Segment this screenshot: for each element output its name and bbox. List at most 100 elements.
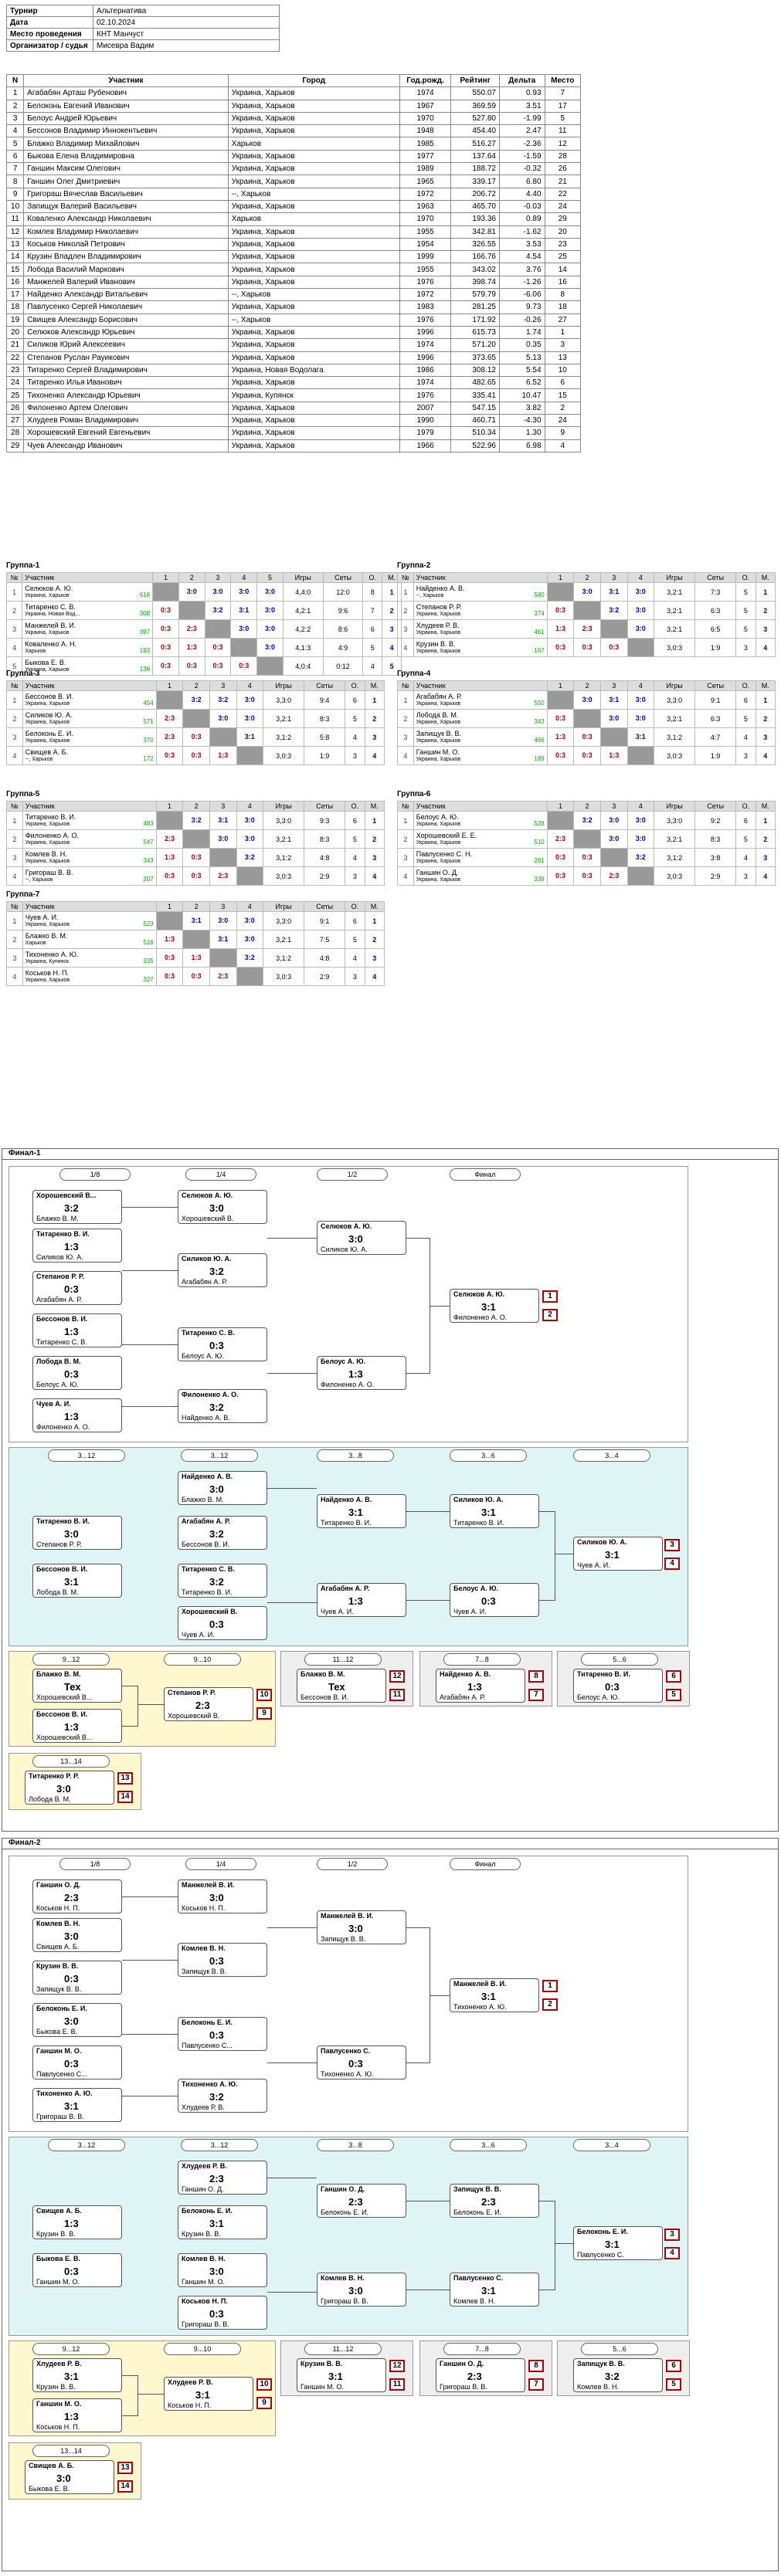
table-cell: 1974 [399, 376, 452, 390]
player-cell: Павлусенко С. Н. Украина, Харьков 281 [413, 848, 548, 867]
stat-cell: 4,1:3 [282, 638, 324, 657]
connector [539, 1511, 555, 1512]
loser-name: Белоконь Е. И. [321, 2208, 369, 2216]
place-badge: 3 [664, 2229, 680, 2241]
self-cell [209, 727, 237, 747]
consolation-bracket: 3...12 3...12 3...8 3...6 3...4 Титаренко В. … [8, 1447, 688, 1646]
winner-name: Манжелей В. И. [453, 1980, 507, 1988]
quarter-final-match: Белоконь Е. И. 0:3 Павлусенко С... [178, 2017, 267, 2051]
table-cell: 13 [5, 237, 25, 252]
match-score: 3:2 [209, 1576, 224, 1588]
stat-cell: 2:9 [694, 866, 737, 886]
place-badge: 13 [117, 1772, 133, 1785]
match-score: 3:0 [348, 1923, 363, 1934]
round-1-match: Титаренко В. И. 1:3 Силиков Ю. А. [32, 1229, 122, 1263]
column-header: М. [755, 680, 776, 691]
winner-name: Найденко А. В. [321, 1496, 372, 1503]
score-cell: 3:0 [573, 582, 601, 602]
table-cell: 1965 [399, 175, 452, 188]
loser-name: Тихоненко А. Ю. [321, 2070, 374, 2078]
score-cell: 0:3 [573, 727, 601, 747]
player-name: Чуев А. И. [25, 913, 59, 921]
place-badge: 7 [528, 2378, 544, 2391]
stat-cell: 3 [345, 967, 365, 986]
round-label: 11...12 [304, 2343, 382, 2355]
group-row: 1 Бессонов В. И. Украина, Харьков 454 3:2 3:2… [6, 690, 385, 710]
table-cell: 1.30 [498, 426, 545, 440]
table-cell: 510.34 [450, 426, 500, 440]
row-number: 4 [5, 638, 23, 657]
row-number: 1 [6, 911, 23, 930]
match-score: 3:2 [209, 1528, 224, 1540]
place-badge: 3 [664, 1539, 680, 1551]
table-cell: 1976 [399, 313, 452, 327]
table-row: 5 Блажко Владимир Михайлович Харьков 1985 51… [5, 137, 582, 151]
player-rating: 523 [143, 920, 154, 927]
stat-cell: 3,0:3 [263, 967, 305, 986]
table-row: 7 Ганшин Максим Олегович Украина, Харьков 1… [5, 162, 582, 176]
table-cell: --, Харьков [227, 288, 400, 302]
stat-cell: 4,2:1 [282, 601, 324, 620]
table-cell: 5.54 [498, 363, 545, 378]
column-header: N [5, 73, 25, 88]
column-header: 4 [236, 901, 264, 912]
table-cell: 23 [544, 237, 582, 252]
round-label: 9...12 [32, 2343, 110, 2355]
player-rating: 343 [143, 857, 154, 864]
winner-name: Коськов Н. П. [182, 2297, 228, 2305]
place-cell: 3 [364, 727, 385, 747]
bracket-13-14: 13...14 Свищев А. Б. 3:0 Быкова Е. В. 13 14 [8, 2442, 141, 2500]
table-row: 27 Хлудеев Роман Владимирович Украина, Хар… [5, 414, 582, 428]
score-cell: 3:0 [236, 829, 264, 849]
column-header: Участник [413, 572, 548, 583]
table-cell: Павлусенко Сергей Николаевич [23, 300, 229, 314]
table-cell: 10.47 [498, 388, 545, 402]
stat-cell: 8:6 [322, 619, 364, 639]
stat-cell: 3,3:0 [654, 811, 696, 830]
winner-name: Агабабян А. Р. [182, 1517, 231, 1525]
group-row: 4 Крузин В. В. Украина, Харьков 167 0:3 0:3 0:… [397, 638, 776, 657]
group-6: Группа-6 № Участник 1 2 3 4 Игры Сеты О. М. 1 Белоус… [397, 790, 776, 886]
match-score: 1:3 [64, 2218, 79, 2229]
table-cell: 0.35 [498, 338, 545, 352]
player-rating: 466 [534, 737, 545, 744]
table-row: 17 Найденко Александр Витальевич --, Харьк… [5, 288, 582, 302]
self-cell [209, 948, 237, 968]
stat-cell: 3,1:2 [654, 727, 696, 747]
table-cell: Украина, Харьков [227, 175, 400, 188]
self-cell [546, 811, 575, 830]
table-cell: 20 [544, 225, 582, 239]
loser-name: Белоус А. Ю. [36, 1381, 79, 1388]
place-cell: 4 [364, 866, 385, 886]
score-cell: 3:0 [209, 911, 237, 930]
stat-cell: 1:9 [694, 746, 737, 765]
match-score: 3:1 [605, 2239, 620, 2250]
table-cell: Украина, Харьков [227, 149, 400, 164]
table-cell: 0.89 [498, 212, 545, 226]
info-value: Мисевра Вадим [93, 39, 280, 52]
consolation-match: Хлудеев Р. В. 2:3 Ганшин О. Д. [178, 2161, 267, 2195]
self-cell [573, 709, 601, 728]
table-cell: 28 [5, 426, 25, 440]
table-cell: Белоконь Евгений Иванович [23, 99, 229, 113]
connector [555, 2243, 573, 2244]
group-row: 4 Григораш В. В. --, Харьков 207 0:3 0:3 2:3 3,… [6, 866, 385, 886]
loser-name: Тихоненко А. Ю. [453, 2003, 507, 2011]
group-header-row: № Участник 1 2 3 4 Игры Сеты О. М. [397, 680, 776, 691]
player-name: Крузин В. В. [416, 639, 456, 648]
loser-name: Степанов Р. Р. [36, 1541, 82, 1548]
group-row: 1 Титаренко В. И. Украина, Харьков 483 3:2 3:… [6, 811, 385, 830]
stat-cell: 3,0:3 [263, 746, 305, 765]
table-cell: 14 [544, 263, 582, 276]
place-badge: 9 [256, 1707, 272, 1720]
column-header: Город [227, 73, 400, 88]
table-row: 9 Григораш Вячеслав Васильевич --, Харьков… [5, 187, 582, 201]
table-cell: 1977 [399, 149, 452, 164]
table-cell: 3.76 [498, 263, 545, 276]
final-match: Манжелей В. И. 3:1 Тихоненко А. Ю. [450, 1978, 539, 2012]
match-score: 3:0 [56, 1783, 71, 1795]
round-label: 13...14 [32, 2445, 110, 2457]
column-header: О. [362, 572, 383, 583]
table-cell: Агабабян Арташ Рубенович [23, 86, 229, 100]
consolation-match: Комлев В. Н. 3:0 Григораш В. В. [317, 2273, 406, 2307]
